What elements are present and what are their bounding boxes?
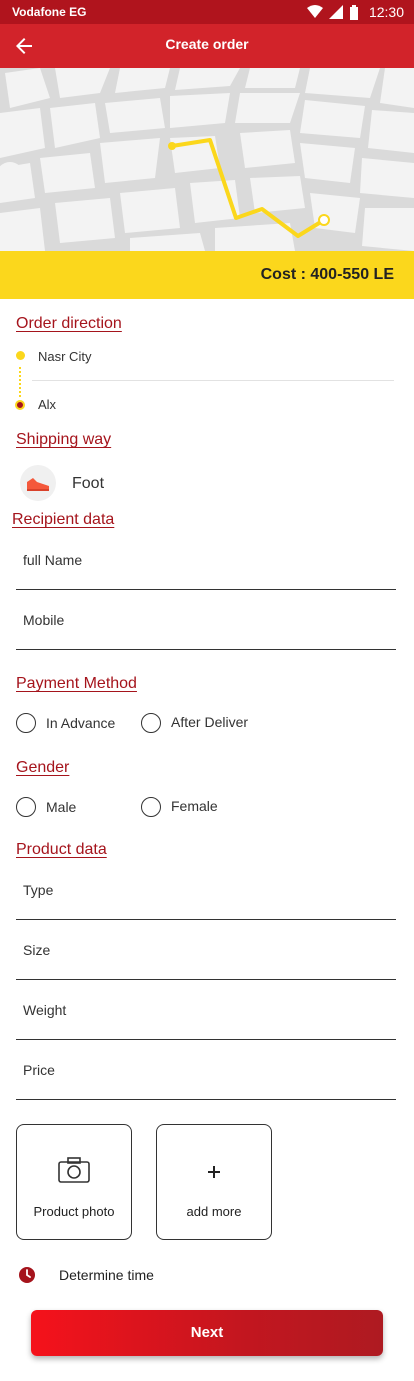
route-map[interactable] xyxy=(0,68,414,251)
full-name-placeholder: full Name xyxy=(23,552,83,568)
after-deliver-label: After Deliver xyxy=(171,714,249,730)
battery-icon xyxy=(349,4,358,20)
cost-bar: Cost : 400-550 LE xyxy=(0,251,414,299)
cost-label: Cost : 400-550 LE xyxy=(260,266,394,283)
product-photo-button[interactable]: Product photo xyxy=(16,1124,132,1240)
price-field[interactable]: Price xyxy=(16,1040,396,1100)
page-title: Create order xyxy=(165,36,249,52)
product-data-title: Product data xyxy=(16,841,107,858)
clock-icon xyxy=(19,1267,35,1283)
recipient-data-title: Recipient data xyxy=(12,511,115,528)
origin-dot-icon xyxy=(16,351,25,360)
product-photo-label: Product photo xyxy=(33,1204,115,1219)
mobile-placeholder: Mobile xyxy=(23,612,65,628)
route-divider xyxy=(32,380,394,381)
type-placeholder: Type xyxy=(23,882,54,898)
shipping-method[interactable]: Foot xyxy=(72,475,104,493)
status-icons: 12:30 xyxy=(306,3,404,21)
in-advance-label: In Advance xyxy=(46,715,116,731)
determine-time-button[interactable]: Determine time xyxy=(59,1267,154,1283)
size-field[interactable]: Size xyxy=(16,920,396,980)
destination-dot-icon xyxy=(15,400,25,410)
signal-icon xyxy=(328,5,343,19)
in-advance-radio[interactable] xyxy=(16,713,36,733)
status-bar: Vodafone EG 12:30 xyxy=(0,0,414,24)
next-button[interactable]: Next xyxy=(31,1310,383,1356)
size-placeholder: Size xyxy=(23,942,51,958)
weight-placeholder: Weight xyxy=(23,1002,67,1018)
add-more-button[interactable]: add more xyxy=(156,1124,272,1240)
after-deliver-radio[interactable] xyxy=(141,713,161,733)
add-more-label: add more xyxy=(186,1204,242,1219)
app-bar: Create order xyxy=(0,24,414,68)
origin-location[interactable]: Nasr City xyxy=(38,349,91,364)
male-radio[interactable] xyxy=(16,797,36,817)
weight-field[interactable]: Weight xyxy=(16,980,396,1040)
order-direction-title: Order direction xyxy=(16,315,122,332)
payment-method-title: Payment Method xyxy=(16,675,137,692)
plus-icon xyxy=(157,1165,271,1179)
route-connector xyxy=(19,367,21,397)
shoe-icon xyxy=(20,465,56,501)
camera-icon xyxy=(17,1157,131,1183)
gender-title: Gender xyxy=(16,759,70,776)
price-placeholder: Price xyxy=(23,1062,55,1078)
shipping-way-title: Shipping way xyxy=(16,431,112,448)
carrier-name: Vodafone EG xyxy=(12,5,87,19)
full-name-field[interactable]: full Name xyxy=(16,530,396,590)
female-label: Female xyxy=(171,798,218,814)
status-time: 12:30 xyxy=(368,4,404,20)
wifi-icon xyxy=(306,5,323,18)
destination-location[interactable]: Alx xyxy=(38,397,56,412)
mobile-field[interactable]: Mobile xyxy=(16,590,396,650)
map-graphic xyxy=(0,68,414,251)
female-radio[interactable] xyxy=(141,797,161,817)
male-label: Male xyxy=(46,799,77,815)
type-field[interactable]: Type xyxy=(16,860,396,920)
